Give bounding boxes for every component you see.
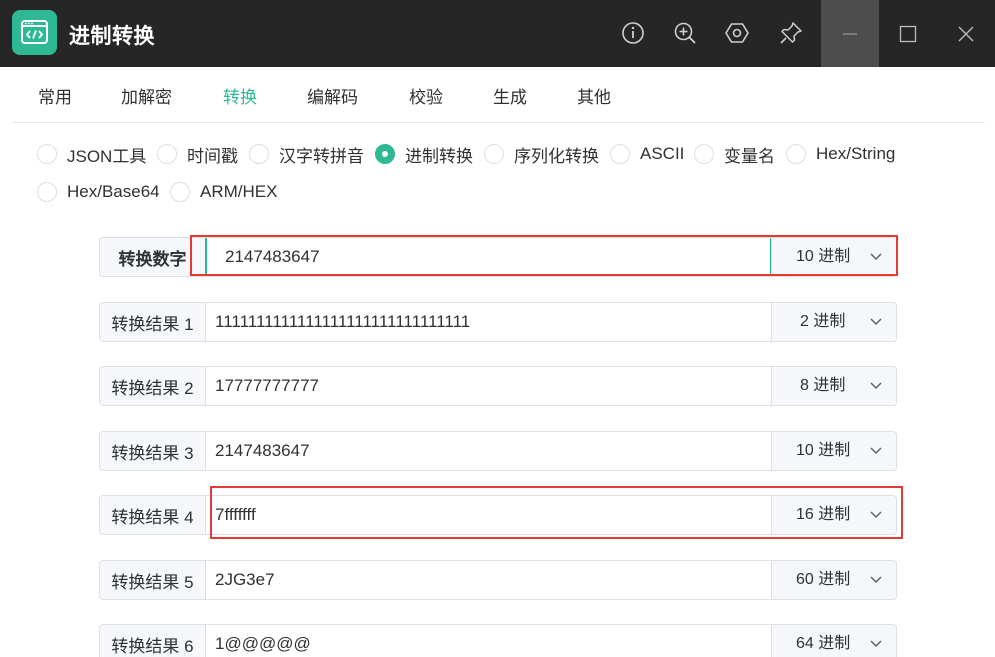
chevron-down-icon (870, 576, 882, 584)
close-icon[interactable] (937, 0, 995, 67)
result-base-select[interactable]: 16 进制 (771, 496, 896, 534)
input-label: 转换数字 (100, 238, 206, 276)
chevron-down-icon (870, 382, 882, 390)
info-icon[interactable] (619, 19, 647, 47)
radio-label: 序列化转换 (514, 146, 599, 166)
radio-circle (786, 144, 806, 164)
result-value[interactable]: 17777777777 (215, 367, 319, 405)
radio-circle (694, 144, 714, 164)
app-title: 进制转换 (69, 25, 155, 48)
tab-encode-decode[interactable]: 编解码 (307, 83, 358, 108)
settings-hex-icon[interactable] (723, 19, 751, 47)
result-label: 转换结果 6 (100, 625, 206, 657)
radio-circle (610, 144, 630, 164)
radio-json-tool[interactable]: JSON工具 (37, 143, 147, 166)
tabs-divider (12, 122, 985, 123)
radio-hex-base64[interactable]: Hex/Base64 (37, 181, 160, 203)
pin-icon[interactable] (777, 19, 805, 47)
input-value: 2147483647 (225, 247, 320, 266)
title-bar: 进制转换 (0, 0, 995, 67)
radio-arm-hex[interactable]: ARM/HEX (170, 181, 277, 203)
result-value[interactable]: 1@@@@@ (215, 625, 311, 657)
radio-label: ASCII (640, 144, 685, 163)
result-base-select[interactable]: 10 进制 (771, 432, 896, 470)
radio-base-convert[interactable]: 进制转换 (375, 143, 473, 166)
result-base-value: 64 进制 (796, 635, 851, 652)
result-value[interactable]: 2JG3e7 (215, 561, 275, 599)
radio-circle (249, 144, 269, 164)
result-value[interactable]: 1111111111111111111111111111111 (215, 303, 470, 341)
category-tabs: 常用 加解密 转换 编解码 校验 生成 其他 (0, 67, 995, 123)
tab-other[interactable]: 其他 (577, 83, 611, 108)
result-row: 转换结果 5 2JG3e7 60 进制 (99, 560, 897, 600)
tab-common[interactable]: 常用 (38, 83, 72, 108)
radio-hanzi-pinyin[interactable]: 汉字转拼音 (249, 143, 364, 166)
chevron-down-icon (870, 640, 882, 648)
minimize-icon[interactable] (821, 0, 879, 67)
input-row: 转换数字 2147483647 10 进制 (99, 237, 897, 277)
result-label: 转换结果 2 (100, 367, 206, 405)
result-base-select[interactable]: 64 进制 (771, 625, 896, 657)
radio-circle (37, 144, 57, 164)
tab-generate[interactable]: 生成 (493, 83, 527, 108)
radio-variable-name[interactable]: 变量名 (694, 143, 775, 166)
radio-label: ARM/HEX (200, 182, 278, 201)
radio-label: 进制转换 (405, 146, 473, 166)
result-base-value: 10 进制 (796, 442, 851, 459)
result-label: 转换结果 1 (100, 303, 206, 341)
radio-circle-checked (375, 144, 395, 164)
result-row: 转换结果 1 1111111111111111111111111111111 2… (99, 302, 897, 342)
radio-ascii[interactable]: ASCII (610, 143, 684, 165)
result-value[interactable]: 2147483647 (215, 432, 310, 470)
chevron-down-icon (870, 318, 882, 326)
radio-label: 变量名 (724, 146, 775, 166)
radio-serialize[interactable]: 序列化转换 (484, 143, 599, 166)
result-row: 转换结果 6 1@@@@@ 64 进制 (99, 624, 897, 657)
zoom-in-icon[interactable] (671, 19, 699, 47)
result-base-value: 8 进制 (800, 377, 846, 394)
result-row: 转换结果 4 7fffffff 16 进制 (99, 495, 897, 535)
chevron-down-icon (870, 511, 882, 519)
tab-verify[interactable]: 校验 (409, 83, 443, 108)
result-label: 转换结果 4 (100, 496, 206, 534)
result-row: 转换结果 3 2147483647 10 进制 (99, 431, 897, 471)
radio-label: Hex/Base64 (67, 182, 160, 201)
result-base-select[interactable]: 2 进制 (771, 303, 896, 341)
tab-encrypt-decrypt[interactable]: 加解密 (121, 83, 172, 108)
code-window-icon (12, 10, 57, 55)
radio-circle (484, 144, 504, 164)
maximize-icon[interactable] (879, 0, 937, 67)
radio-label: Hex/String (816, 144, 896, 163)
radio-label: JSON工具 (67, 146, 147, 166)
result-base-value: 2 进制 (800, 313, 846, 330)
chevron-down-icon (870, 447, 882, 455)
chevron-down-icon (870, 253, 882, 261)
result-base-value: 16 进制 (796, 506, 851, 523)
radio-timestamp[interactable]: 时间戳 (157, 143, 238, 166)
input-base-value: 10 进制 (796, 248, 851, 265)
radio-circle (157, 144, 177, 164)
result-base-value: 60 进制 (796, 571, 851, 588)
result-label: 转换结果 3 (100, 432, 206, 470)
result-base-select[interactable]: 8 进制 (771, 367, 896, 405)
tab-convert[interactable]: 转换 (223, 83, 257, 108)
radio-label: 汉字转拼音 (279, 146, 364, 166)
input-base-select[interactable]: 10 进制 (771, 238, 896, 276)
radio-circle (170, 182, 190, 202)
radio-hex-string[interactable]: Hex/String (786, 143, 895, 165)
result-value[interactable]: 7fffffff (215, 496, 256, 534)
radio-label: 时间戳 (187, 146, 238, 166)
result-base-select[interactable]: 60 进制 (771, 561, 896, 599)
result-row: 转换结果 2 17777777777 8 进制 (99, 366, 897, 406)
result-label: 转换结果 5 (100, 561, 206, 599)
radio-circle (37, 182, 57, 202)
